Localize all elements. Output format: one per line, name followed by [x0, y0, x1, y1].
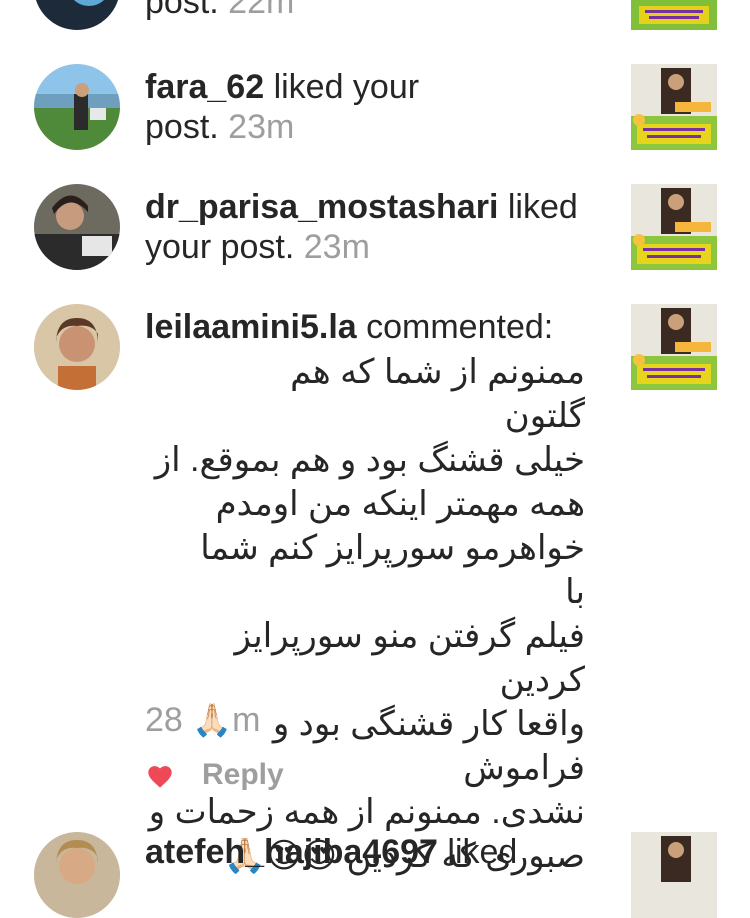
timestamp: 23m [303, 228, 370, 266]
action-text-tail: post. [145, 108, 219, 146]
action-text: liked [447, 833, 518, 871]
avatar[interactable] [34, 0, 120, 30]
avatar[interactable] [34, 832, 120, 918]
post-thumbnail[interactable] [631, 0, 717, 30]
timestamp-unit: m [232, 701, 261, 739]
action-text: liked your [273, 68, 420, 106]
folded-hands-emoji: 🙏🏻 [192, 702, 233, 738]
action-text: post. [145, 0, 219, 21]
reply-button[interactable]: Reply [202, 758, 284, 792]
post-thumbnail[interactable] [631, 304, 717, 390]
username[interactable]: atefeh_hajiba4697 [145, 833, 438, 871]
action-text: liked [507, 188, 578, 226]
timestamp: 22m [228, 0, 295, 21]
notification-text: post. 22m [145, 0, 605, 22]
comment-line: همه مهمتر اینکه من اومدم [215, 485, 585, 523]
post-thumbnail[interactable] [631, 64, 717, 150]
action-text: commented: [366, 308, 554, 346]
username[interactable]: leilaamini5.la [145, 308, 357, 346]
heart-icon[interactable] [146, 763, 174, 789]
comment-line: نشدی. ممنونم از همه زحمات و [148, 793, 585, 831]
username[interactable]: dr_parisa_mostashari [145, 188, 498, 226]
post-thumbnail[interactable] [631, 184, 717, 270]
comment-line: ممنونم از شما که هم گلتون [290, 353, 585, 435]
avatar[interactable] [34, 64, 120, 150]
notification-text: atefeh_hajiba4697 liked [145, 832, 605, 872]
notification-text: fara_62 liked your post. 23m [145, 67, 605, 147]
notification-text: leilaamini5.la commented: [145, 307, 605, 347]
avatar[interactable] [34, 304, 120, 390]
notification-text: dr_parisa_mostashari liked your post. 23… [145, 187, 605, 267]
timestamp: 23m [228, 108, 295, 146]
action-text-tail: your post. [145, 228, 295, 266]
comment-line: فیلم گرفتن منو سورپرایز کردین [234, 617, 585, 699]
avatar[interactable] [34, 184, 120, 270]
username[interactable]: fara_62 [145, 68, 264, 106]
post-thumbnail[interactable] [631, 832, 717, 918]
comment-timestamp: 28 🙏🏻m [145, 700, 260, 740]
comment-line: خیلی قشنگ بود و هم بموقع. از [154, 441, 585, 479]
comment-body: ممنونم از شما که هم گلتون خیلی قشنگ بود … [145, 350, 585, 878]
timestamp-number: 28 [145, 701, 183, 739]
comment-line: خواهرمو سورپرایز کنم شما با [200, 529, 585, 611]
